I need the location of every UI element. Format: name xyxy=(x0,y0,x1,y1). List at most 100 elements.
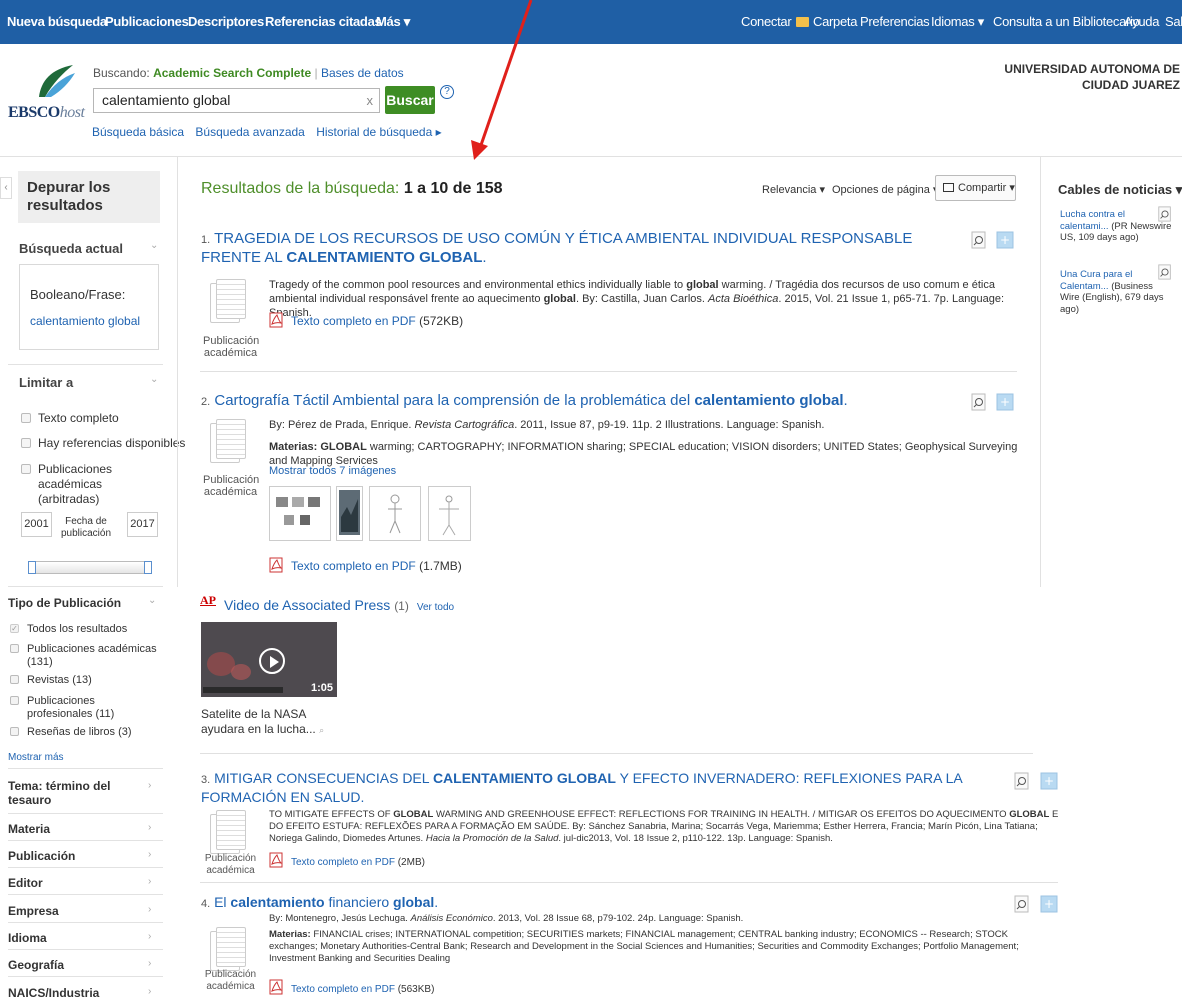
video-thumbnail[interactable]: 1:05 xyxy=(201,622,337,697)
peer-reviewed-checkbox[interactable] xyxy=(21,464,31,474)
image-thumbnail[interactable] xyxy=(336,486,363,541)
result-3-title[interactable]: 3. MITIGAR CONSECUENCIAS DEL CALENTAMIEN… xyxy=(201,770,996,806)
nav-conectar[interactable]: Conectar xyxy=(741,14,792,29)
nav-nueva-busqueda[interactable]: Nueva búsqueda xyxy=(7,14,107,29)
facet-editor[interactable]: Editor xyxy=(8,876,43,890)
nav-mas-menu[interactable]: Más ▾ xyxy=(376,14,410,30)
nav-descriptores[interactable]: Descriptores xyxy=(188,14,264,29)
facet-idioma[interactable]: Idioma xyxy=(8,931,47,945)
current-search-title[interactable]: Búsqueda actual xyxy=(19,241,123,256)
page-options-dropdown[interactable]: Opciones de página ▾ xyxy=(832,183,938,196)
chevron-right-icon[interactable]: › xyxy=(148,904,151,915)
sidebar-divider xyxy=(8,867,163,868)
pubtype-reviews[interactable]: Reseñas de libros (3) xyxy=(27,726,132,739)
image-thumbnail[interactable] xyxy=(269,486,331,541)
image-thumbnail[interactable] xyxy=(428,486,471,541)
sort-relevance-dropdown[interactable]: Relevancia ▾ xyxy=(762,183,825,196)
basic-search-link[interactable]: Búsqueda básica xyxy=(92,125,184,139)
full-text-checkbox[interactable] xyxy=(21,413,31,423)
pubtype-academic-checkbox[interactable] xyxy=(10,644,19,653)
nav-idiomas[interactable]: Idiomas ▾ xyxy=(931,14,984,30)
pubtype-magazines-checkbox[interactable] xyxy=(10,675,19,684)
bases-de-datos-link[interactable]: Bases de datos xyxy=(321,66,404,80)
full-text-label: Texto completo xyxy=(38,411,119,425)
share-button[interactable]: Compartir ▾ xyxy=(935,175,1016,201)
collapse-sidebar-icon[interactable]: ‹ xyxy=(0,177,12,199)
preview-icon[interactable] xyxy=(1013,895,1031,913)
preview-icon[interactable]: ⌕ xyxy=(319,725,324,735)
chevron-right-icon[interactable]: › xyxy=(148,986,151,997)
chevron-right-icon[interactable]: › xyxy=(148,780,151,791)
nav-preferencias[interactable]: Preferencias xyxy=(860,14,930,29)
slider-handle-from[interactable] xyxy=(28,561,36,574)
year-to-input[interactable]: 2017 xyxy=(127,512,158,537)
see-all-link[interactable]: Ver todo xyxy=(417,602,454,613)
limit-to-title[interactable]: Limitar a xyxy=(19,375,73,390)
pubtype-trade[interactable]: Publicaciones profesionales (11) xyxy=(27,695,157,721)
chevron-right-icon[interactable]: › xyxy=(148,876,151,887)
search-button[interactable]: Buscar xyxy=(385,86,435,114)
nav-carpeta[interactable]: Carpeta xyxy=(796,14,857,29)
add-to-folder-icon[interactable]: + xyxy=(1040,895,1058,913)
facet-naics[interactable]: NAICS/Industria xyxy=(8,986,99,1000)
add-to-folder-icon[interactable]: + xyxy=(996,231,1014,249)
pubtype-all[interactable]: Todos los resultados xyxy=(27,623,127,636)
nav-referencias-citadas[interactable]: Referencias citadas xyxy=(265,14,382,29)
add-to-folder-icon[interactable]: + xyxy=(1040,772,1058,790)
preview-icon[interactable] xyxy=(1157,206,1173,222)
facet-empresa[interactable]: Empresa xyxy=(8,904,59,918)
play-icon[interactable] xyxy=(259,648,285,674)
year-from-input[interactable]: 2001 xyxy=(21,512,52,537)
video-caption[interactable]: Satelite de la NASA ayudara en la lucha.… xyxy=(201,707,336,738)
database-name[interactable]: Academic Search Complete xyxy=(153,66,311,80)
pubtype-academic[interactable]: Publicaciones académicas (131) xyxy=(27,643,162,669)
references-checkbox[interactable] xyxy=(21,438,31,448)
help-icon[interactable]: ? xyxy=(440,85,454,99)
facet-geografia[interactable]: Geografía xyxy=(8,958,64,972)
nav-salir[interactable]: Sali xyxy=(1165,14,1182,29)
check-icon[interactable]: ✓ xyxy=(10,624,19,633)
nav-consulta-bibliotecario[interactable]: Consulta a un Bibliotecario xyxy=(993,14,1140,29)
search-input[interactable]: calentamiento global x xyxy=(93,88,380,113)
chevron-down-icon[interactable]: ⌄ xyxy=(148,595,156,606)
image-thumbnail[interactable] xyxy=(369,486,421,541)
result-1-title[interactable]: 1. TRAGEDIA DE LOS RECURSOS DE USO COMÚN… xyxy=(201,230,961,267)
facet-publicacion[interactable]: Publicación xyxy=(8,849,75,863)
preview-icon[interactable] xyxy=(970,231,988,249)
preview-icon[interactable] xyxy=(1157,264,1173,280)
result-4-pdf-link[interactable]: Texto completo en PDF (563KB) xyxy=(269,979,434,995)
chevron-right-icon[interactable]: › xyxy=(148,958,151,969)
chevron-down-icon[interactable]: ⌄ xyxy=(150,374,158,385)
nav-ayuda[interactable]: Ayuda xyxy=(1124,14,1159,29)
add-to-folder-icon[interactable]: + xyxy=(996,393,1014,411)
ap-video-header[interactable]: Video de Associated Press (1) Ver todo xyxy=(224,597,454,613)
advanced-search-link[interactable]: Búsqueda avanzada xyxy=(195,125,304,139)
result-2-byline: By: Pérez de Prada, Enrique. Revista Car… xyxy=(269,419,825,431)
boolean-value-link[interactable]: calentamiento global xyxy=(30,314,158,328)
clear-search-icon[interactable]: x xyxy=(367,93,374,108)
preview-icon[interactable] xyxy=(1013,772,1031,790)
facet-thesaurus[interactable]: Tema: término del tesauro xyxy=(8,779,128,807)
nav-publicaciones[interactable]: Publicaciones xyxy=(105,14,189,29)
chevron-right-icon[interactable]: › xyxy=(148,849,151,860)
result-2-pdf-link[interactable]: Texto completo en PDF (1.7MB) xyxy=(269,557,462,573)
facet-materia[interactable]: Materia xyxy=(8,822,50,836)
publication-type-title[interactable]: Tipo de Publicación xyxy=(8,596,121,610)
chevron-down-icon[interactable]: ⌄ xyxy=(150,240,158,251)
newswire-title[interactable]: Cables de noticias ▾ xyxy=(1058,182,1182,198)
result-4-title[interactable]: 4. El calentamiento financiero global. xyxy=(201,893,996,913)
preview-icon[interactable] xyxy=(970,393,988,411)
result-2-title[interactable]: 2. Cartografía Táctil Ambiental para la … xyxy=(201,392,961,411)
pubtype-reviews-checkbox[interactable] xyxy=(10,727,19,736)
show-more-link[interactable]: Mostrar más xyxy=(8,752,64,763)
search-history-link[interactable]: Historial de búsqueda ▸ xyxy=(316,125,441,139)
pubtype-magazines[interactable]: Revistas (13) xyxy=(27,674,92,687)
chevron-right-icon[interactable]: › xyxy=(148,931,151,942)
show-all-images-link[interactable]: Mostrar todos 7 imágenes xyxy=(269,465,396,477)
chevron-right-icon[interactable]: › xyxy=(148,822,151,833)
year-range-slider[interactable] xyxy=(28,561,152,574)
result-3-pdf-link[interactable]: Texto completo en PDF (2MB) xyxy=(269,852,425,868)
pubtype-trade-checkbox[interactable] xyxy=(10,696,19,705)
slider-handle-to[interactable] xyxy=(144,561,152,574)
result-1-pdf-link[interactable]: Texto completo en PDF (572KB) xyxy=(269,312,463,328)
